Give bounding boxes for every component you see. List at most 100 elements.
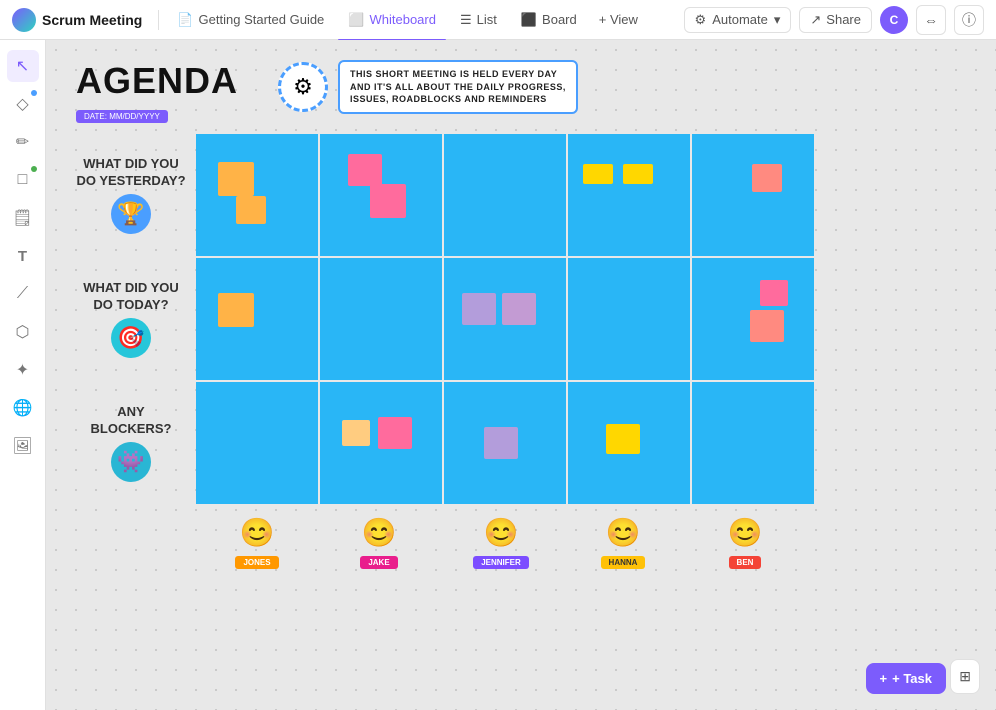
sidebar-globe-tool[interactable]: 🌐 [7, 392, 39, 424]
cell-blockers-jennifer[interactable] [444, 382, 566, 504]
sidebar-text-tool[interactable]: T [7, 240, 39, 272]
automate-button[interactable]: ⚙ Automate ▾ [684, 7, 792, 33]
row-labels: WHAT DID YOUDO YESTERDAY? 🏆 WHAT DID YOU… [76, 134, 186, 504]
app-title: Scrum Meeting [42, 12, 142, 28]
hanna-name-badge: HANNA [601, 556, 646, 569]
yesterday-label-text: WHAT DID YOUDO YESTERDAY? [76, 156, 185, 190]
sticky-note[interactable] [342, 420, 370, 446]
sticky-note[interactable] [462, 293, 496, 325]
share-icon: ↗ [810, 12, 821, 28]
row-label-yesterday: WHAT DID YOUDO YESTERDAY? 🏆 [76, 134, 186, 256]
grid-view-button[interactable]: ⊞ [950, 659, 980, 694]
sidebar-sticky-tool[interactable]: 🗒 [7, 202, 39, 234]
topbar-right: ⚙ Automate ▾ ↗ Share C ⇔ ⓘ [684, 5, 984, 35]
share-button[interactable]: ↗ Share [799, 7, 872, 33]
sticky-note[interactable] [236, 196, 266, 224]
cell-today-hanna[interactable] [568, 258, 690, 380]
shapes-dot [31, 90, 37, 96]
cell-today-jake[interactable] [320, 258, 442, 380]
sidebar-rectangle-tool[interactable]: □ [7, 164, 39, 196]
sticky-note[interactable] [502, 293, 536, 325]
sticky-note[interactable] [752, 164, 782, 192]
agenda-header: AGENDA DATE: MM/DD/YYYY ⚙ THIS SHORT MEE… [76, 60, 966, 124]
cell-blockers-jones[interactable] [196, 382, 318, 504]
jake-emoji: 😊 [359, 512, 399, 552]
row-label-blockers: ANY BLOCKERS? 👾 [76, 382, 186, 504]
badge-description: THIS SHORT MEETING IS HELD EVERY DAY AND… [338, 60, 578, 114]
add-view-button[interactable]: + View [591, 8, 646, 31]
sidebar-pen-tool[interactable]: ✏ [7, 126, 39, 158]
hanna-emoji: 😊 [603, 512, 643, 552]
jones-emoji: 😊 [237, 512, 277, 552]
jones-name-badge: JONES [235, 556, 278, 569]
jennifer-name-badge: JENNIFER [473, 556, 529, 569]
blockers-label-text: ANY BLOCKERS? [76, 404, 186, 438]
cell-yesterday-jennifer[interactable] [444, 134, 566, 256]
sticky-note[interactable] [484, 427, 518, 459]
main-canvas[interactable]: AGENDA DATE: MM/DD/YYYY ⚙ THIS SHORT MEE… [46, 40, 996, 710]
sidebar-cursor-tool[interactable]: ↖ [7, 50, 39, 82]
avatar-hanna: 😊 HANNA [562, 512, 684, 569]
sticky-note[interactable] [370, 184, 406, 218]
scrum-grid [196, 134, 814, 504]
sticky-note[interactable] [583, 164, 613, 184]
cell-yesterday-hanna[interactable] [568, 134, 690, 256]
sticky-note[interactable] [378, 417, 412, 449]
badge-circle-icon: ⚙ [278, 62, 328, 112]
avatar-jake: 😊 JAKE [318, 512, 440, 569]
cell-today-ben[interactable] [692, 258, 814, 380]
trophy-icon: 🏆 [111, 194, 151, 234]
doc-icon: 📄 [177, 12, 193, 28]
sticky-note[interactable] [750, 310, 784, 342]
info-icon[interactable]: ⓘ [954, 5, 984, 35]
sticky-note[interactable] [218, 293, 254, 327]
automate-chevron-icon: ▾ [774, 12, 781, 28]
add-task-button[interactable]: + + Task [866, 663, 946, 694]
sidebar-image-tool[interactable]: 🖼 [7, 430, 39, 462]
ben-name-badge: BEN [729, 556, 762, 569]
cell-blockers-hanna[interactable] [568, 382, 690, 504]
nav-separator-1 [158, 10, 159, 30]
tab-whiteboard[interactable]: ⬜ Whiteboard [338, 8, 446, 32]
agenda-title-block: AGENDA DATE: MM/DD/YYYY [76, 60, 238, 124]
sticky-note[interactable] [760, 280, 788, 306]
row-label-today: WHAT DID YOUDO TODAY? 🎯 [76, 258, 186, 380]
left-sidebar: ↖ ◇ ✏ □ 🗒 T ⟋ ⬡ ✦ 🌐 🖼 [0, 40, 46, 710]
today-label-text: WHAT DID YOUDO TODAY? [83, 280, 179, 314]
cell-yesterday-jones[interactable] [196, 134, 318, 256]
date-badge: DATE: MM/DD/YYYY [76, 110, 168, 123]
tab-getting-started[interactable]: 📄 Getting Started Guide [167, 8, 334, 32]
avatar-ben: 😊 BEN [684, 512, 806, 569]
grid-icon: ⊞ [959, 668, 971, 685]
sticky-note[interactable] [606, 424, 640, 454]
agenda-title: AGENDA [76, 60, 238, 102]
cell-yesterday-ben[interactable] [692, 134, 814, 256]
cell-yesterday-jake[interactable] [320, 134, 442, 256]
jake-name-badge: JAKE [360, 556, 397, 569]
rect-dot [31, 166, 37, 172]
sticky-note[interactable] [218, 162, 254, 196]
cell-today-jennifer[interactable] [444, 258, 566, 380]
app-logo: Scrum Meeting [12, 8, 142, 32]
whiteboard-icon: ⬜ [348, 12, 364, 28]
sticky-note[interactable] [348, 154, 382, 186]
plus-icon: + [880, 671, 888, 686]
expand-icon[interactable]: ⇔ [916, 5, 946, 35]
sidebar-diagram-tool[interactable]: ⬡ [7, 316, 39, 348]
board-icon: ⬛ [521, 12, 537, 28]
jennifer-emoji: 😊 [481, 512, 521, 552]
cell-blockers-jake[interactable] [320, 382, 442, 504]
user-avatar: C [880, 6, 908, 34]
tab-board[interactable]: ⬛ Board [511, 8, 587, 32]
sidebar-shapes-tool[interactable]: ◇ [7, 88, 39, 120]
list-icon: ☰ [460, 12, 472, 28]
app-logo-icon [12, 8, 36, 32]
cell-blockers-ben[interactable] [692, 382, 814, 504]
cell-today-jones[interactable] [196, 258, 318, 380]
tab-list[interactable]: ☰ List [450, 8, 507, 32]
sidebar-effects-tool[interactable]: ✦ [7, 354, 39, 386]
automate-icon: ⚙ [695, 12, 707, 28]
target-icon: 🎯 [111, 318, 151, 358]
sticky-note[interactable] [623, 164, 653, 184]
sidebar-line-tool[interactable]: ⟋ [7, 278, 39, 310]
